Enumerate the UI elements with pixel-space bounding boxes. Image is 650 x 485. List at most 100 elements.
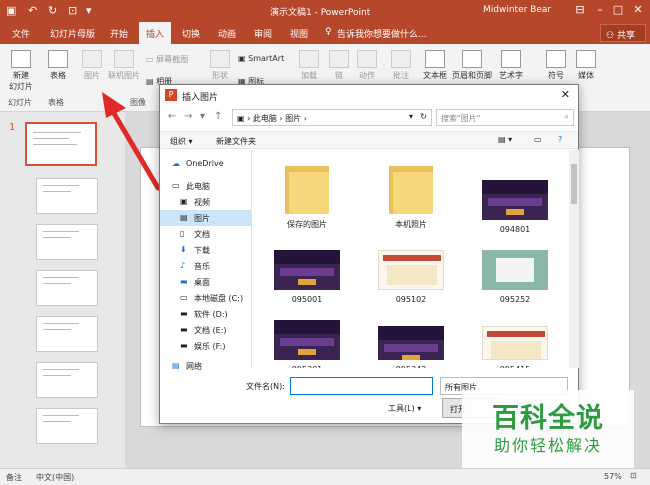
file-name: 095301 <box>292 365 323 368</box>
watermark-title: 百科全说 <box>492 403 604 434</box>
scrollbar-thumb[interactable] <box>571 164 577 204</box>
breadcrumb-pictures[interactable]: 图片 <box>285 114 301 123</box>
tools-menu[interactable]: 工具(L) ▾ <box>388 403 421 414</box>
drive-icon: ▬ <box>180 341 188 350</box>
nav-drive-d[interactable]: ▬ 软件 (D:) <box>160 306 252 322</box>
nav-drive-c[interactable]: ▭ 本地磁盘 (C:) <box>160 290 252 306</box>
up-icon[interactable]: ↑ <box>214 111 222 122</box>
download-icon: ⬇ <box>180 245 187 254</box>
file-list-scrollbar[interactable] <box>569 150 579 368</box>
nav-network[interactable]: ▤ 网络 <box>160 358 252 374</box>
command-bar: 组织 ▾ 新建文件夹 ▤ ▾ ▭ ? <box>160 131 578 149</box>
powerpoint-icon: P <box>165 89 177 101</box>
file-name: 095102 <box>395 295 427 304</box>
desktop-icon: ▬ <box>180 277 188 286</box>
nav-videos[interactable]: ▣ 视频 <box>160 194 252 210</box>
pictures-folder-icon: ▣ › <box>237 114 253 123</box>
file-item-image[interactable]: 095252 <box>467 250 563 304</box>
image-thumbnail <box>274 250 340 290</box>
forward-icon[interactable]: → <box>184 111 192 122</box>
document-icon: ▯ <box>180 229 185 238</box>
folder-icon <box>285 162 329 214</box>
file-name: 095343 <box>396 365 427 368</box>
nav-label: 图片 <box>194 214 210 223</box>
close-dialog-icon[interactable]: ✕ <box>561 88 570 101</box>
file-item-image[interactable]: 094801 <box>467 180 563 234</box>
insert-picture-dialog: P 插入图片 ✕ ← → ▾ ↑ ▣ › 此电脑 › 图片 › ▾ ↻ 搜索"图… <box>159 84 579 424</box>
filename-input[interactable] <box>290 377 433 395</box>
nav-label: 网络 <box>186 362 202 371</box>
file-item-folder[interactable]: 本机照片 <box>363 162 459 230</box>
file-name: 本机照片 <box>395 220 427 229</box>
navigation-pane: ☁ OneDrive ▭ 此电脑 ▣ 视频 ▤ 图片 ▯ 文档 ⬇ 下载 ♪ 音乐 ▬ 桌面 ▭… <box>160 150 252 371</box>
tools-label: 工具(L) <box>388 404 415 413</box>
nav-label: OneDrive <box>186 159 224 168</box>
file-name: 095415 <box>500 365 531 368</box>
watermark-logo: 百科全说 助你轻松解决 <box>462 390 634 468</box>
nav-documents[interactable]: ▯ 文档 <box>160 226 252 242</box>
file-item-image[interactable]: 095001 <box>259 250 355 304</box>
nav-label: 文档 <box>194 230 210 239</box>
notes-button[interactable]: 备注 <box>6 472 22 483</box>
nav-downloads[interactable]: ⬇ 下载 <box>160 242 252 258</box>
organize-button[interactable]: 组织 ▾ <box>170 136 193 147</box>
nav-label: 娱乐 (F:) <box>194 342 226 351</box>
file-name: 保存的图片 <box>287 220 327 229</box>
drive-icon: ▭ <box>180 293 188 302</box>
view-options-icon[interactable]: ▤ ▾ <box>498 135 512 144</box>
dialog-title-bar: P 插入图片 ✕ <box>160 85 578 105</box>
network-icon: ▤ <box>172 361 180 370</box>
search-placeholder: 搜索"图片" <box>441 114 481 123</box>
nav-drive-e[interactable]: ▬ 文档 (E:) <box>160 322 252 338</box>
file-item-image[interactable]: 095102 <box>363 250 459 304</box>
image-thumbnail <box>274 320 340 360</box>
nav-label: 音乐 <box>194 262 210 271</box>
nav-drive-f[interactable]: ▬ 娱乐 (F:) <box>160 338 252 354</box>
nav-label: 本地磁盘 (C:) <box>194 294 244 303</box>
back-icon[interactable]: ← <box>168 111 176 122</box>
nav-music[interactable]: ♪ 音乐 <box>160 258 252 274</box>
status-bar: 备注 中文(中国) 57% ⊡ <box>0 468 650 485</box>
drive-icon: ▬ <box>180 325 188 334</box>
refresh-icon[interactable]: ↻ <box>420 112 427 121</box>
filename-label: 文件名(N): <box>246 382 285 391</box>
address-bar[interactable]: ▣ › 此电脑 › 图片 › ▾ ↻ <box>232 109 432 126</box>
breadcrumb-this-pc[interactable]: 此电脑 <box>253 114 277 123</box>
nav-onedrive[interactable]: ☁ OneDrive <box>160 156 252 172</box>
video-icon: ▣ <box>180 197 188 206</box>
drive-icon: ▬ <box>180 309 188 318</box>
dropdown-icon[interactable]: ▾ <box>409 112 413 121</box>
zoom-level[interactable]: 57% <box>604 472 622 481</box>
computer-icon: ▭ <box>172 181 180 190</box>
file-list: 保存的图片 本机照片 094801 095001 095102 095252 0… <box>253 150 569 368</box>
nav-label: 文档 (E:) <box>194 326 227 335</box>
recent-locations-icon[interactable]: ▾ <box>200 111 205 122</box>
image-thumbnail <box>482 326 548 360</box>
picture-icon: ▤ <box>180 213 188 222</box>
image-thumbnail <box>482 250 548 290</box>
new-folder-button[interactable]: 新建文件夹 <box>216 136 256 147</box>
search-icon: ⌕ <box>564 112 569 121</box>
image-thumbnail <box>378 250 444 290</box>
preview-pane-icon[interactable]: ▭ <box>534 135 542 144</box>
file-item-folder[interactable]: 保存的图片 <box>259 162 355 230</box>
nav-pictures[interactable]: ▤ 图片 <box>160 210 252 226</box>
nav-label: 下载 <box>194 246 210 255</box>
file-item-image[interactable]: 095415 <box>467 326 563 368</box>
nav-desktop[interactable]: ▬ 桌面 <box>160 274 252 290</box>
onedrive-icon: ☁ <box>172 159 180 168</box>
file-item-image[interactable]: 095301 <box>259 320 355 368</box>
music-icon: ♪ <box>180 261 186 270</box>
help-icon[interactable]: ? <box>558 135 562 144</box>
language-indicator[interactable]: 中文(中国) <box>36 472 74 483</box>
file-item-image[interactable]: 095343 <box>363 326 459 368</box>
search-box[interactable]: 搜索"图片" ⌕ <box>436 109 574 126</box>
breadcrumb-separator: › <box>303 114 307 123</box>
folder-icon <box>389 162 433 214</box>
nav-this-pc[interactable]: ▭ 此电脑 <box>160 178 252 194</box>
fit-to-window-icon[interactable]: ⊡ <box>630 471 637 480</box>
file-name: 095252 <box>499 295 531 304</box>
file-name: 094801 <box>499 225 531 234</box>
file-name: 095001 <box>291 295 323 304</box>
nav-label: 软件 (D:) <box>194 310 228 319</box>
